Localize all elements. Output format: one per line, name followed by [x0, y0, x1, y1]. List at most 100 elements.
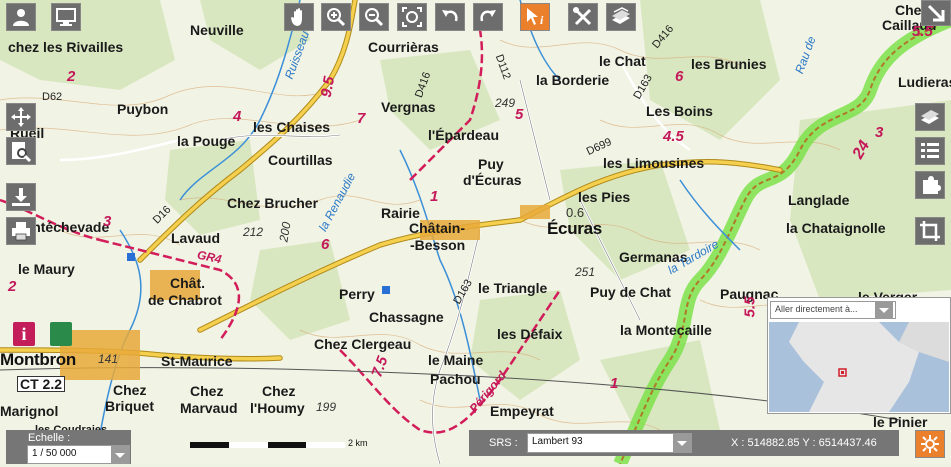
place-label: Marvaud — [180, 400, 238, 416]
place-label: les Chaises — [253, 119, 331, 135]
chevron-down-icon — [115, 453, 125, 458]
place-label: Montbron — [0, 350, 76, 369]
download-button[interactable] — [6, 183, 36, 211]
place-label: Neuville — [190, 22, 244, 38]
place-label: Les Boins — [646, 103, 713, 119]
tools-button[interactable] — [568, 3, 598, 31]
place-label: Puy — [478, 156, 504, 172]
srs-dropdown[interactable]: Lambert 93 — [527, 433, 692, 453]
scale-panel: Echelle : 1 / 50 000 — [6, 430, 131, 464]
search-document-button[interactable] — [6, 137, 36, 165]
place-label: les Brunies — [691, 56, 767, 72]
place-label: Puy de Chat — [590, 284, 671, 300]
zoom-out-icon — [365, 8, 384, 27]
legend-button[interactable] — [915, 137, 945, 165]
place-label: Pachou — [430, 371, 481, 387]
trail-number: 6 — [675, 68, 684, 85]
place-label: la Borderie — [536, 72, 610, 88]
user-icon — [13, 9, 29, 26]
scale-label: Echelle : — [28, 432, 71, 444]
download-icon — [12, 188, 30, 206]
trail-number: 1 — [430, 188, 439, 205]
zoom-extent-button[interactable] — [397, 3, 427, 31]
place-label: la Pouge — [177, 133, 236, 149]
place-label: le Maury — [18, 261, 75, 277]
pan-button[interactable] — [284, 3, 314, 31]
search-document-icon — [12, 142, 32, 162]
altitude-label: 199 — [316, 400, 337, 414]
svg-text:i: i — [21, 324, 26, 344]
place-label: d'Écuras — [463, 172, 522, 188]
altitude-label: 0.6 — [566, 205, 585, 220]
layers-panel-icon — [921, 110, 939, 124]
place-label: Chez Brucher — [227, 195, 319, 211]
place-label: Châtain- — [409, 220, 465, 236]
place-label: Écuras — [547, 219, 602, 238]
place-label: Chez — [113, 382, 147, 398]
place-label: le Chat — [599, 53, 646, 69]
print-button[interactable] — [6, 217, 36, 245]
place-label: Chât. — [170, 275, 205, 291]
zoom-out-button[interactable] — [359, 3, 389, 31]
chevron-down-icon — [879, 308, 889, 313]
overview-map[interactable] — [769, 322, 949, 412]
info-button[interactable]: i — [520, 3, 550, 31]
redo-button[interactable] — [473, 3, 503, 31]
move-arrows-icon — [11, 107, 31, 127]
trail-number: 9.5 — [317, 75, 339, 99]
place-label: -Besson — [410, 237, 466, 253]
undo-button[interactable] — [435, 3, 465, 31]
road-label: D62 — [42, 91, 63, 103]
user-button[interactable] — [6, 3, 36, 31]
place-label: le Pinier — [873, 414, 928, 430]
layers-icon — [612, 7, 630, 24]
chevron-down-icon — [677, 441, 687, 446]
place-label: de Chabrot — [148, 292, 222, 308]
puzzle-button[interactable] — [915, 171, 945, 199]
trail-number: 7 — [357, 110, 366, 127]
srs-dropdown-toggle[interactable] — [673, 434, 691, 452]
place-label: les Limousines — [603, 155, 705, 171]
move-button[interactable] — [6, 103, 36, 131]
trail-number: 5.5 — [741, 296, 759, 318]
puzzle-icon — [923, 176, 941, 194]
place-label: le Triangle — [478, 280, 548, 296]
place-label: Langlade — [788, 192, 850, 208]
goto-dropdown-toggle[interactable] — [875, 301, 893, 319]
scale-dropdown-toggle[interactable] — [111, 446, 130, 464]
place-label: St-Maurice — [161, 353, 233, 369]
undo-icon — [442, 10, 458, 22]
altitude-label: 212 — [243, 225, 264, 239]
monitor-button[interactable] — [51, 3, 81, 31]
redo-icon — [480, 10, 496, 22]
altitude-label: 251 — [575, 265, 596, 279]
layers-button[interactable] — [606, 3, 636, 31]
tools-icon — [573, 7, 592, 26]
place-label: Perry — [339, 286, 375, 302]
place-label: la Chataignolle — [786, 220, 886, 236]
pan-hand-icon — [291, 8, 302, 26]
scalebar-text: 2 km — [348, 438, 368, 448]
trail-number: 3 — [875, 124, 884, 141]
trail-number: 4.5 — [663, 128, 684, 145]
layers-panel-button[interactable] — [915, 103, 945, 131]
trail-number: 2 — [8, 278, 17, 295]
goto-placeholder: Aller directement à... — [775, 304, 858, 314]
zoom-in-icon — [327, 8, 346, 27]
place-label: l'Houmy — [250, 400, 305, 416]
altitude-label: 141 — [98, 352, 119, 366]
place-label: Chez Clergeau — [314, 336, 412, 352]
place-label: Chassagne — [369, 309, 444, 325]
zoom-in-button[interactable] — [321, 3, 351, 31]
crop-button[interactable] — [915, 217, 945, 245]
place-label: Chez — [190, 383, 224, 399]
trail-number: 5 — [515, 106, 524, 123]
place-label: Chez — [262, 383, 296, 399]
collapse-corner-button[interactable] — [921, 0, 951, 26]
trail-number: 6 — [321, 236, 330, 253]
scale-value: 1 / 50 000 — [32, 448, 77, 459]
settings-button[interactable] — [915, 430, 945, 458]
srs-coords-panel: SRS : Lambert 93 X : 514882.85 Y : 65144… — [469, 430, 899, 456]
srs-label: SRS : — [489, 437, 518, 449]
altitude-label: 249 — [495, 96, 516, 110]
